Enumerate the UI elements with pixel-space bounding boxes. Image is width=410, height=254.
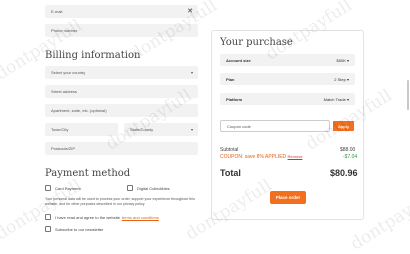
billing-heading: Billing information [45, 50, 141, 61]
account-size-value: $50K ▾ [336, 58, 349, 63]
postcode-field[interactable]: Postcode/ZIP [45, 142, 198, 155]
phone-field[interactable]: Phone number [45, 24, 198, 37]
account-size-label: Account size [226, 58, 251, 63]
privacy-text-line-1: Your personal data will be used to proce… [45, 197, 195, 201]
privacy-text-line-2: website, and for other purposes describe… [45, 202, 146, 206]
state-select[interactable]: State/County ▾ [124, 123, 198, 136]
state-placeholder: State/County [130, 127, 154, 132]
platform-label: Platform [226, 97, 243, 102]
coupon-applied-line: COUPON: save 8% APPLIED Remove [220, 154, 302, 160]
subtotal-value: $88.00 [340, 147, 356, 153]
email-placeholder: E-mail [51, 9, 63, 14]
plan-selector[interactable]: Plan 2 Step ▾ [220, 73, 355, 85]
payment-heading: Payment method [45, 168, 131, 179]
newsletter-label: Subscribe to our newsletter [55, 226, 104, 232]
coupon-applied-text: COUPON: save 8% APPLIED [220, 154, 287, 160]
terms-row[interactable]: I have read and agree to the website ter… [45, 214, 159, 220]
street-placeholder: Street address [51, 89, 78, 94]
street-field[interactable]: Street address [45, 85, 198, 98]
apartment-placeholder: Apartment, suite, etc. (optional) [51, 108, 107, 113]
chevron-down-icon: ▾ [346, 77, 349, 82]
total-value: $80.96 [330, 168, 358, 178]
account-size-selector[interactable]: Account size $50K ▾ [220, 54, 355, 66]
apply-coupon-button[interactable]: Apply [333, 121, 354, 131]
card-payment-option[interactable]: Card Payment [45, 185, 81, 191]
country-placeholder: Select your country [51, 70, 86, 75]
terms-checkbox[interactable] [45, 214, 51, 220]
platform-value: Match Trade ▾ [323, 97, 349, 102]
total-label: Total [220, 168, 241, 178]
city-placeholder: Town/City [51, 127, 69, 132]
platform-selector[interactable]: Platform Match Trade ▾ [220, 93, 355, 105]
chevron-down-icon: ▾ [190, 127, 193, 132]
postcode-placeholder: Postcode/ZIP [51, 146, 76, 151]
card-payment-label: Card Payment [55, 185, 81, 191]
discount-value: -$7.04 [343, 154, 358, 160]
chevron-down-icon: ▾ [190, 70, 193, 75]
chevron-down-icon: ▾ [346, 58, 349, 63]
coupon-input[interactable]: Coupon code [220, 120, 330, 132]
plan-label: Plan [226, 77, 235, 82]
terms-link[interactable]: terms and conditions [122, 215, 159, 220]
summary-heading: Your purchase [220, 37, 293, 48]
digital-collectibles-label: Digital Collectibles [137, 185, 170, 191]
coupon-placeholder: Coupon code [227, 123, 251, 129]
plan-value: 2 Step ▾ [334, 77, 349, 82]
city-field[interactable]: Town/City [45, 123, 118, 136]
scrollbar[interactable] [407, 80, 409, 110]
place-order-button[interactable]: Place order [270, 191, 306, 204]
country-select[interactable]: Select your country ▾ [45, 66, 198, 79]
close-icon[interactable]: ✕ [187, 7, 193, 15]
terms-prefix: I have read and agree to the website [55, 214, 120, 220]
card-payment-radio[interactable] [45, 185, 51, 191]
newsletter-row[interactable]: Subscribe to our newsletter [45, 226, 103, 232]
digital-collectibles-option[interactable]: Digital Collectibles [127, 185, 170, 191]
chevron-down-icon: ▾ [346, 97, 349, 102]
privacy-text: Your personal data will be used to proce… [45, 197, 205, 207]
subtotal-label: Subtotal [220, 147, 239, 153]
digital-collectibles-radio[interactable] [127, 185, 133, 191]
coupon-remove-link[interactable]: Remove [288, 154, 303, 159]
phone-placeholder: Phone number [51, 28, 78, 33]
apartment-field[interactable]: Apartment, suite, etc. (optional) [45, 104, 198, 117]
email-field[interactable]: E-mail ✕ [45, 5, 198, 18]
newsletter-checkbox[interactable] [45, 226, 51, 232]
